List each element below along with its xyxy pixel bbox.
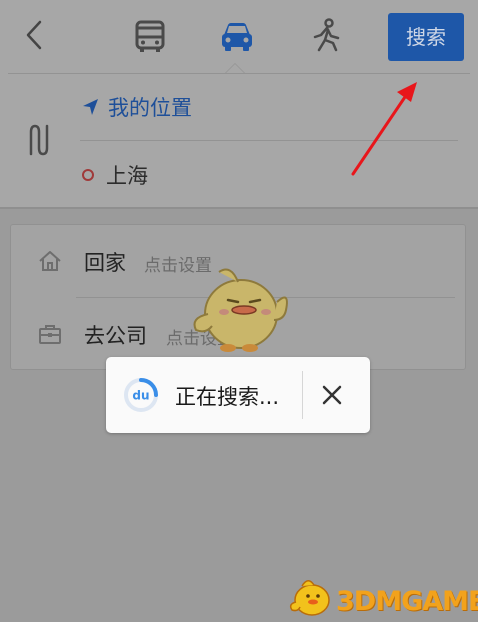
destination-row[interactable]: 上海: [82, 156, 148, 194]
watermark-chick-icon: [289, 580, 330, 616]
baidu-loading-spinner-icon: du: [124, 378, 158, 412]
toast-message: 正在搜索...: [175, 385, 280, 409]
destination-dot-icon: [82, 169, 94, 181]
shortcut-work-label: 去公司: [84, 324, 147, 348]
back-arrow-icon[interactable]: [20, 18, 48, 52]
start-location-row[interactable]: 我的位置: [82, 88, 192, 126]
toast-separator: [302, 371, 303, 419]
selected-mode-indicator-fill: [226, 64, 244, 73]
swap-route-icon[interactable]: [25, 122, 53, 158]
watermark-text: 3DMGAME: [336, 586, 478, 617]
searching-toast: du 正在搜索...: [106, 357, 370, 433]
start-location-label: 我的位置: [108, 96, 192, 120]
spinner-logo-text: du: [132, 389, 149, 403]
car-icon[interactable]: [217, 16, 257, 56]
pointer-arrow-icon: [351, 82, 417, 176]
close-icon[interactable]: [316, 379, 348, 411]
shortcut-home-label: 回家: [84, 251, 126, 275]
walk-icon[interactable]: [307, 16, 347, 56]
header-divider: [8, 73, 470, 74]
location-arrow-icon: [83, 99, 98, 115]
mascot-watermark-icon: [193, 268, 288, 352]
briefcase-icon: [39, 325, 61, 344]
header-bottom-border: [0, 207, 478, 209]
bus-icon[interactable]: [130, 16, 170, 56]
search-button[interactable]: 搜索: [388, 13, 464, 61]
destination-label: 上海: [106, 164, 148, 188]
home-icon: [39, 251, 61, 271]
